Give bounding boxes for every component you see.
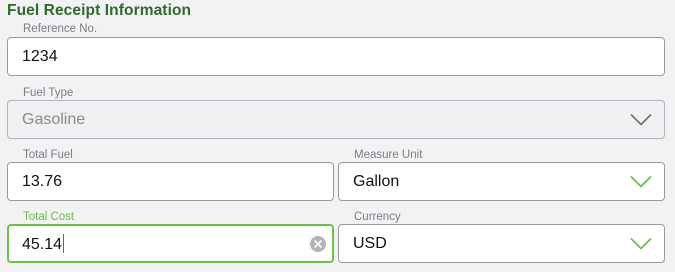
fuel-receipt-form: Fuel Receipt Information Reference No. 1… bbox=[0, 0, 675, 272]
total-fuel-field[interactable]: 13.76 bbox=[7, 162, 334, 201]
total-cost-value: 45.14 bbox=[22, 233, 65, 254]
measure-unit-label: Measure Unit bbox=[354, 149, 423, 161]
chevron-down-icon bbox=[630, 175, 652, 187]
fuel-type-select[interactable]: Gasoline bbox=[7, 100, 665, 139]
reference-value: 1234 bbox=[22, 47, 58, 65]
reference-label: Reference No. bbox=[23, 23, 98, 35]
section-title: Fuel Receipt Information bbox=[7, 2, 192, 19]
currency-value: USD bbox=[353, 234, 387, 252]
total-fuel-value: 13.76 bbox=[22, 172, 63, 190]
reference-field[interactable]: 1234 bbox=[7, 37, 665, 76]
measure-unit-value: Gallon bbox=[353, 172, 400, 190]
total-cost-text: 45.14 bbox=[22, 235, 63, 253]
total-cost-field[interactable]: 45.14 bbox=[7, 224, 334, 263]
text-caret bbox=[63, 233, 65, 253]
currency-select[interactable]: USD bbox=[338, 224, 665, 263]
fuel-type-label: Fuel Type bbox=[23, 87, 74, 99]
currency-label: Currency bbox=[354, 211, 401, 223]
measure-unit-select[interactable]: Gallon bbox=[338, 162, 665, 201]
total-fuel-label: Total Fuel bbox=[23, 149, 73, 161]
chevron-down-icon bbox=[630, 237, 652, 249]
fuel-type-value: Gasoline bbox=[22, 110, 86, 128]
chevron-down-icon bbox=[630, 113, 652, 125]
total-cost-label: Total Cost bbox=[23, 211, 75, 223]
clear-circle-icon[interactable] bbox=[310, 235, 326, 252]
